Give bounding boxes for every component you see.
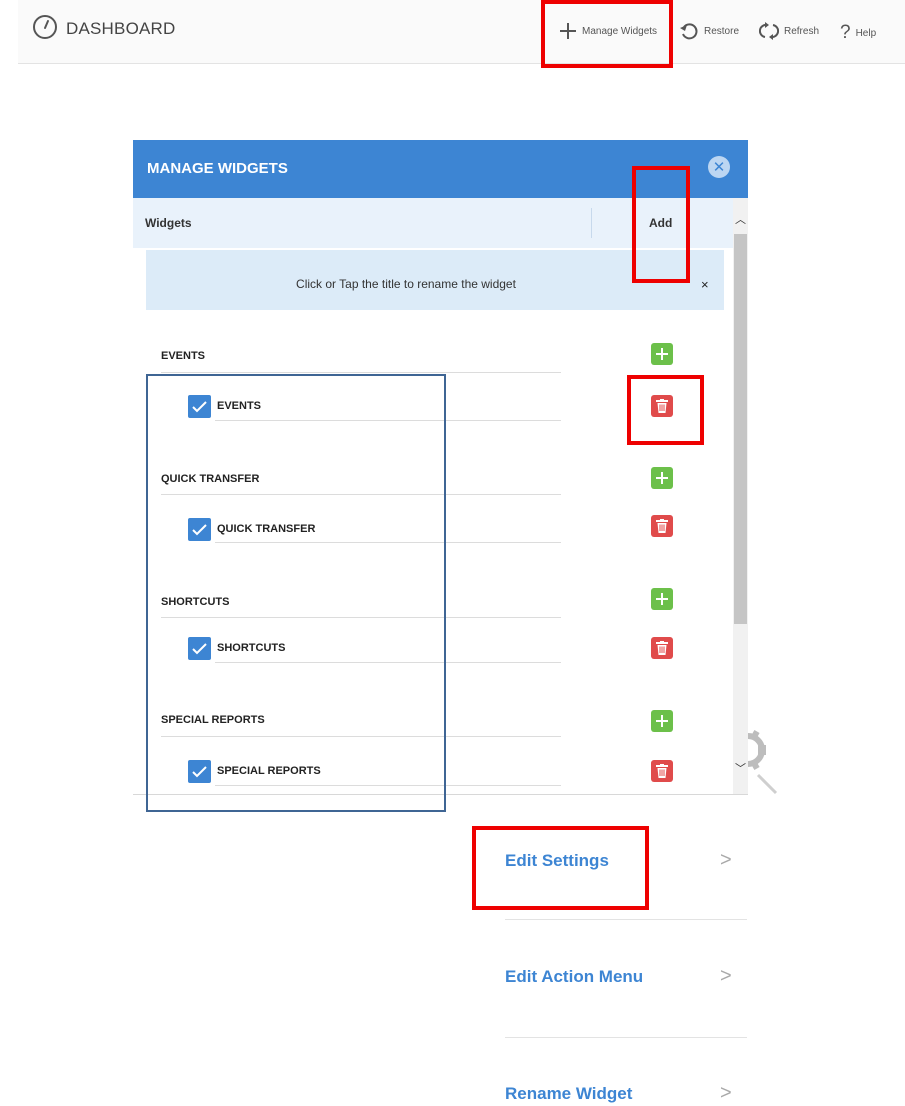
plus-icon bbox=[656, 715, 668, 727]
help-label: Help bbox=[855, 27, 877, 39]
info-close-icon[interactable]: × bbox=[701, 277, 709, 292]
trash-icon bbox=[656, 399, 668, 413]
widget-checkbox[interactable] bbox=[188, 637, 211, 660]
group-title[interactable]: SHORTCUTS bbox=[161, 596, 229, 608]
chevron-right-icon: > bbox=[720, 849, 732, 871]
edit-action-menu-item[interactable]: Edit Action Menu > bbox=[505, 953, 747, 1003]
add-widget-button[interactable] bbox=[651, 588, 673, 610]
add-widget-button[interactable] bbox=[651, 710, 673, 732]
restore-button[interactable]: Restore bbox=[679, 22, 739, 40]
menu-item-label: Edit Settings bbox=[505, 851, 609, 870]
widget-checkbox[interactable] bbox=[188, 518, 211, 541]
group-title[interactable]: SPECIAL REPORTS bbox=[161, 714, 265, 726]
trash-icon bbox=[656, 764, 668, 778]
divider bbox=[161, 617, 561, 618]
checkmark-icon bbox=[192, 765, 207, 777]
manage-widgets-modal: MANAGE WIDGETS ✕ Widgets Add Click or Ta… bbox=[133, 140, 748, 795]
plus-icon bbox=[656, 593, 668, 605]
widget-title[interactable]: SHORTCUTS bbox=[217, 642, 285, 654]
manage-widgets-label: Manage Widgets bbox=[582, 25, 658, 37]
checkmark-icon bbox=[192, 523, 207, 535]
divider bbox=[505, 1037, 747, 1038]
delete-widget-button[interactable] bbox=[651, 760, 673, 782]
rename-widget-item[interactable]: Rename Widget > bbox=[505, 1070, 747, 1106]
group-title[interactable]: EVENTS bbox=[161, 350, 205, 362]
close-icon[interactable]: ✕ bbox=[708, 156, 730, 178]
column-divider bbox=[591, 208, 592, 238]
divider bbox=[161, 372, 561, 373]
info-banner: Click or Tap the title to rename the wid… bbox=[146, 250, 724, 310]
column-header: Widgets Add bbox=[133, 198, 733, 248]
trash-icon bbox=[656, 519, 668, 533]
plus-icon bbox=[656, 348, 668, 360]
divider bbox=[161, 494, 561, 495]
edit-settings-item[interactable]: Edit Settings > bbox=[505, 837, 747, 887]
refresh-label: Refresh bbox=[784, 25, 820, 37]
group-title[interactable]: QUICK TRANSFER bbox=[161, 473, 259, 485]
menu-item-label: Rename Widget bbox=[505, 1084, 633, 1103]
divider bbox=[215, 420, 561, 421]
add-column-label: Add bbox=[649, 216, 673, 230]
menu-item-label: Edit Action Menu bbox=[505, 967, 644, 986]
gear-icon bbox=[748, 730, 778, 795]
refresh-icon bbox=[759, 22, 779, 40]
widget-checkbox[interactable] bbox=[188, 760, 211, 783]
restore-icon bbox=[680, 23, 698, 40]
divider bbox=[215, 542, 561, 543]
widget-title[interactable]: SPECIAL REPORTS bbox=[217, 765, 321, 777]
plus-icon bbox=[560, 23, 576, 39]
help-button[interactable]: ? Help bbox=[840, 22, 876, 44]
scroll-thumb[interactable] bbox=[734, 234, 747, 624]
chevron-right-icon: > bbox=[720, 1082, 732, 1104]
info-text: Click or Tap the title to rename the wid… bbox=[296, 277, 516, 291]
widget-title[interactable]: QUICK TRANSFER bbox=[217, 523, 315, 535]
checkmark-icon bbox=[192, 642, 207, 654]
widgets-column-label: Widgets bbox=[145, 216, 192, 230]
trash-icon bbox=[656, 641, 668, 655]
top-bar: DASHBOARD Manage Widgets Restore Refresh… bbox=[18, 0, 905, 64]
delete-widget-button[interactable] bbox=[651, 515, 673, 537]
checkmark-icon bbox=[192, 400, 207, 412]
delete-widget-button[interactable] bbox=[651, 637, 673, 659]
divider bbox=[505, 919, 747, 920]
refresh-button[interactable]: Refresh bbox=[759, 22, 819, 40]
page-title: DASHBOARD bbox=[66, 19, 176, 38]
scroll-down-icon[interactable]: ﹀ bbox=[733, 760, 748, 776]
chevron-right-icon: > bbox=[720, 965, 732, 987]
modal-header: MANAGE WIDGETS ✕ bbox=[133, 140, 748, 198]
divider bbox=[215, 785, 561, 786]
widget-checkbox[interactable] bbox=[188, 395, 211, 418]
plus-icon bbox=[656, 472, 668, 484]
scrollbar[interactable]: ︿ ﹀ bbox=[733, 198, 748, 794]
manage-widgets-button[interactable]: Manage Widgets bbox=[559, 22, 657, 40]
delete-widget-button[interactable] bbox=[651, 395, 673, 417]
gauge-icon bbox=[33, 15, 57, 39]
restore-label: Restore bbox=[704, 25, 740, 37]
modal-title: MANAGE WIDGETS bbox=[147, 160, 288, 177]
question-icon: ? bbox=[840, 22, 851, 43]
widget-title[interactable]: EVENTS bbox=[217, 400, 261, 412]
scroll-up-icon[interactable]: ︿ bbox=[733, 211, 748, 227]
add-widget-button[interactable] bbox=[651, 467, 673, 489]
divider bbox=[161, 736, 561, 737]
divider bbox=[215, 662, 561, 663]
add-widget-button[interactable] bbox=[651, 343, 673, 365]
